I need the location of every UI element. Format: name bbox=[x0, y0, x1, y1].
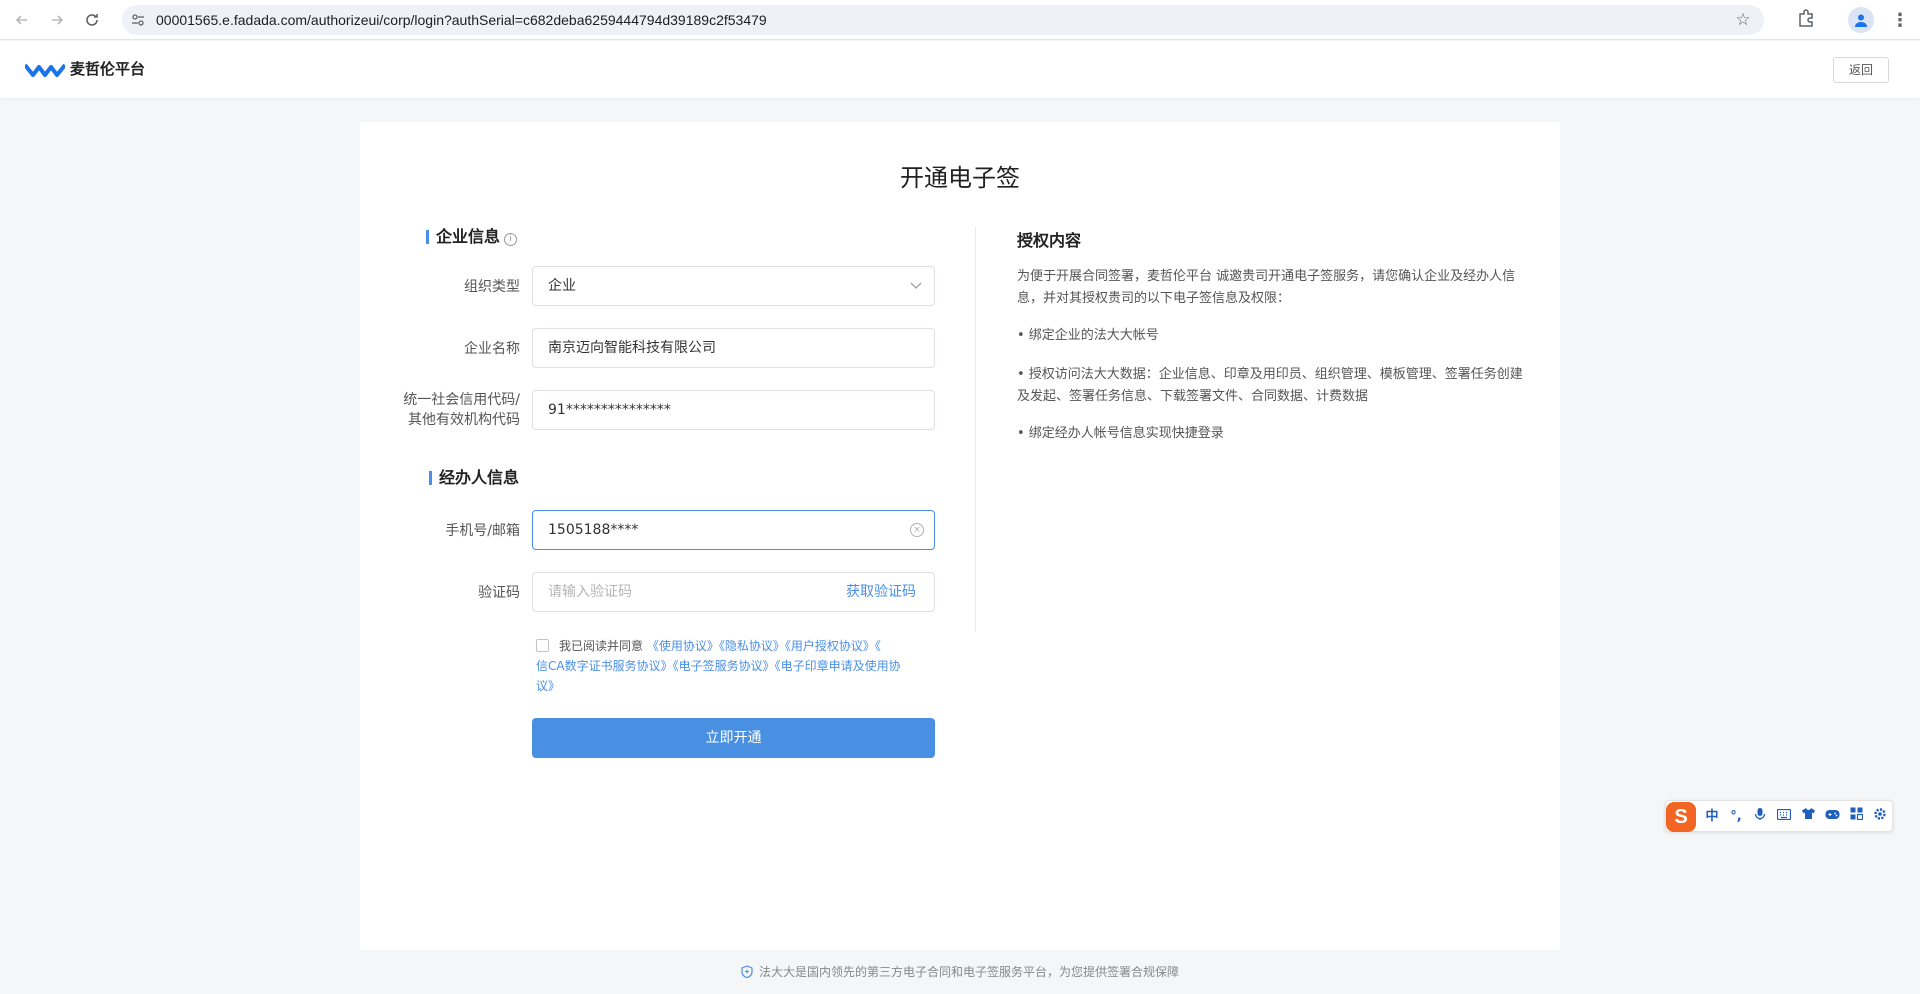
org-type-label: 组织类型 bbox=[464, 279, 520, 295]
agreement-link-privacy[interactable]: 《隐私协议》 bbox=[719, 639, 785, 653]
phone-value: 1505188**** bbox=[548, 522, 639, 538]
agent-section-title: 经办人信息 bbox=[429, 468, 519, 488]
auth-item: • 绑定企业的法大大帐号 bbox=[1017, 328, 1159, 343]
app-header: 麦哲伦平台 返回 bbox=[0, 41, 1920, 98]
phone-label: 手机号/邮箱 bbox=[445, 523, 520, 539]
bookmark-star-icon[interactable]: ☆ bbox=[1732, 9, 1754, 31]
gamepad-icon[interactable] bbox=[1822, 807, 1842, 827]
toolbox-grid-icon[interactable] bbox=[1846, 807, 1866, 827]
page-title: 开通电子签 bbox=[900, 164, 1020, 192]
agreement-link-esign-service[interactable]: 《电子签服务协议》 bbox=[673, 659, 775, 673]
main-card: 开通电子签 企业信息 i 组织类型 企业 企业名称 南京迈向智能科技有限公司 统一… bbox=[360, 122, 1560, 950]
ime-punctuation-toggle[interactable]: °, bbox=[1726, 807, 1746, 827]
vertical-divider bbox=[975, 227, 976, 632]
phone-email-field[interactable]: 1505188**** × bbox=[532, 510, 935, 550]
agree-checkbox[interactable] bbox=[536, 639, 549, 652]
shield-icon bbox=[741, 965, 753, 978]
org-type-value: 企业 bbox=[548, 278, 576, 294]
info-icon[interactable]: i bbox=[504, 233, 518, 246]
agreement-link-usage[interactable]: 《使用协议》 bbox=[647, 639, 719, 653]
profile-avatar-icon[interactable] bbox=[1848, 7, 1874, 33]
skin-shirt-icon[interactable] bbox=[1798, 807, 1818, 827]
agreement-link-ca-open[interactable]: 《 bbox=[875, 639, 881, 653]
company-name-field[interactable]: 南京迈向智能科技有限公司 bbox=[532, 328, 935, 368]
footer: 法大大是国内领先的第三方电子合同和电子签服务平台，为您提供签署合规保障 bbox=[0, 963, 1920, 980]
address-bar[interactable]: 00001565.e.fadada.com/authorizeui/corp/l… bbox=[122, 5, 1764, 35]
settings-gear-icon[interactable] bbox=[1870, 807, 1890, 827]
more-menu-icon[interactable]: ⋮ bbox=[1890, 8, 1910, 32]
agreement-link-seal-end[interactable]: 议》 bbox=[536, 679, 560, 693]
company-section-label: 企业信息 bbox=[436, 227, 501, 246]
credit-code-field[interactable]: 91*************** bbox=[532, 390, 935, 430]
get-code-link[interactable]: 获取验证码 bbox=[846, 573, 916, 611]
code-label: 验证码 bbox=[478, 585, 520, 601]
activate-now-button[interactable]: 立即开通 bbox=[532, 718, 935, 758]
credit-code-label-line1: 统一社会信用代码/ bbox=[403, 392, 520, 408]
company-name-label: 企业名称 bbox=[464, 341, 520, 357]
brand-logo-icon bbox=[25, 63, 65, 77]
reload-icon[interactable] bbox=[80, 8, 104, 32]
chevron-down-icon bbox=[910, 267, 922, 305]
url-text: 00001565.e.fadada.com/authorizeui/corp/l… bbox=[156, 12, 767, 28]
back-button[interactable]: 返回 bbox=[1833, 57, 1889, 83]
ime-mode-toggle[interactable]: 中 bbox=[1702, 807, 1722, 827]
credit-code-label-line2: 其他有效机构代码 bbox=[408, 412, 520, 428]
keyboard-icon[interactable] bbox=[1774, 807, 1794, 827]
sogou-logo-icon[interactable]: S bbox=[1666, 802, 1696, 832]
auth-item: • 绑定经办人帐号信息实现快捷登录 bbox=[1017, 426, 1224, 441]
company-section-title: 企业信息 i bbox=[426, 227, 518, 247]
credit-code-label: 统一社会信用代码/ 其他有效机构代码 bbox=[360, 390, 520, 430]
clear-input-icon[interactable]: × bbox=[910, 523, 924, 537]
auth-item: • 授权访问法大大数据：企业信息、印章及用印员、组织管理、模板管理、签署任务创建… bbox=[1017, 367, 1523, 404]
forward-arrow-icon[interactable] bbox=[45, 8, 69, 32]
code-placeholder: 请输入验证码 bbox=[548, 584, 632, 600]
agreement-block: 我已阅读并同意 《使用协议》《隐私协议》《用户授权协议》《 信CA数字证书服务协… bbox=[536, 636, 936, 696]
extensions-icon[interactable] bbox=[1796, 8, 1820, 32]
verification-code-input[interactable]: 请输入验证码 获取验证码 bbox=[532, 572, 935, 612]
agreement-link-ca-certificate[interactable]: 信CA数字证书服务协议》 bbox=[536, 659, 673, 673]
auth-intro: 为便于开展合同签署，麦哲伦平台 诚邀贵司开通电子签服务，请您确认企业及经办人信息… bbox=[1017, 269, 1516, 306]
brand-name: 麦哲伦平台 bbox=[70, 60, 146, 78]
microphone-icon[interactable] bbox=[1750, 807, 1770, 827]
org-type-select[interactable]: 企业 bbox=[532, 266, 935, 306]
back-arrow-icon[interactable] bbox=[10, 8, 34, 32]
ime-toolbar[interactable]: S 中 °, bbox=[1665, 800, 1893, 832]
footer-text: 法大大是国内领先的第三方电子合同和电子签服务平台，为您提供签署合规保障 bbox=[758, 965, 1179, 979]
auth-title: 授权内容 bbox=[1017, 231, 1082, 250]
site-info-icon[interactable] bbox=[128, 10, 148, 30]
browser-toolbar: 00001565.e.fadada.com/authorizeui/corp/l… bbox=[0, 0, 1920, 40]
agreement-link-authorization[interactable]: 《用户授权协议》 bbox=[785, 639, 875, 653]
agree-prefix: 我已阅读并同意 bbox=[559, 639, 644, 653]
agreement-link-seal[interactable]: 《电子印章申请及使用协 bbox=[775, 659, 901, 673]
